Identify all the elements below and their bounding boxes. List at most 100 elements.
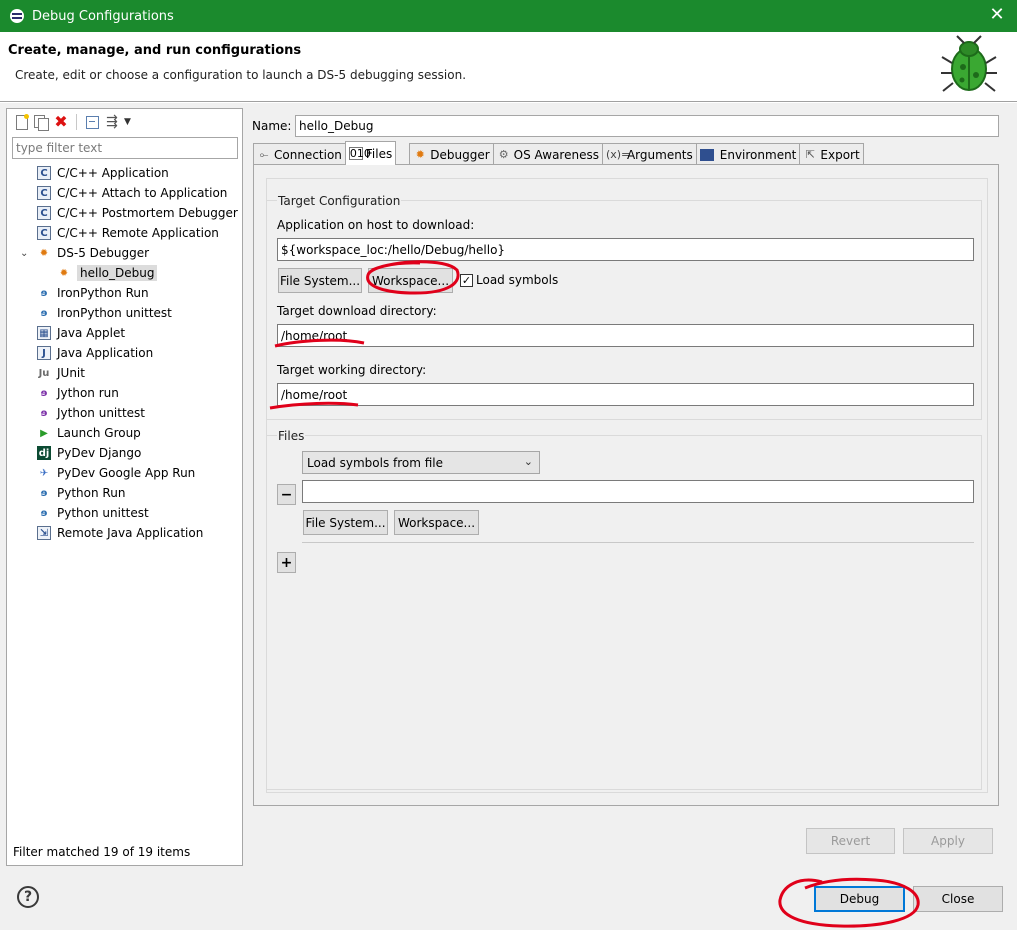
- duplicate-configuration-icon[interactable]: [33, 114, 49, 131]
- target-configuration-title: Target Configuration: [277, 194, 402, 208]
- tree-item-label: C/C++ Postmortem Debugger: [57, 206, 238, 220]
- c-app-icon: C: [37, 186, 51, 200]
- tree-item-label: IronPython Run: [57, 286, 149, 300]
- debug-button[interactable]: Debug: [814, 886, 905, 912]
- working-dir-label: Target working directory:: [277, 363, 427, 377]
- tree-item[interactable]: dj PyDev Django: [7, 443, 242, 463]
- tree-item-label: hello_Debug: [77, 265, 158, 281]
- close-window-icon[interactable]: ✕: [987, 5, 1007, 25]
- configuration-tree: C C/C++ Application C C/C++ Attach to Appl…: [7, 163, 242, 543]
- help-icon[interactable]: ?: [17, 886, 39, 908]
- tree-item[interactable]: C C/C++ Remote Application: [7, 223, 242, 243]
- tab-arguments[interactable]: (x)= Arguments: [601, 143, 697, 165]
- ds5-debugger-icon: ✹: [39, 247, 49, 259]
- ironpython-icon: ɘ: [40, 287, 48, 299]
- tree-item[interactable]: Ju JUnit: [7, 363, 242, 383]
- tree-item-label: C/C++ Application: [57, 166, 169, 180]
- tab-label: Debugger: [430, 147, 490, 162]
- jython-icon: ɘ: [40, 387, 48, 399]
- download-dir-input[interactable]: [277, 324, 974, 347]
- tree-item-label: DS-5 Debugger: [57, 246, 150, 260]
- tree-item[interactable]: ▶ Launch Group: [7, 423, 242, 443]
- c-app-icon: C: [37, 226, 51, 240]
- debug-bug-icon: [941, 35, 997, 92]
- django-icon: dj: [37, 446, 51, 460]
- tree-item[interactable]: ✈ PyDev Google App Run: [7, 463, 242, 483]
- filter-icon[interactable]: ⇶: [104, 114, 120, 130]
- eclipse-icon: [10, 9, 24, 23]
- tree-item[interactable]: ⇲ Remote Java Application: [7, 523, 242, 543]
- new-configuration-icon[interactable]: [13, 114, 29, 130]
- filter-input[interactable]: [12, 137, 238, 159]
- tab-environment[interactable]: Environment: [695, 143, 801, 165]
- connection-icon: ⟜: [259, 147, 269, 161]
- files-file-system-button[interactable]: File System...: [303, 510, 388, 535]
- tree-item-ds5-debugger[interactable]: ⌄ ✹ DS-5 Debugger: [7, 243, 242, 263]
- tree-item[interactable]: ▦ Java Applet: [7, 323, 242, 343]
- tab-label: Arguments: [626, 147, 693, 162]
- file-system-button[interactable]: File System...: [278, 268, 362, 293]
- tree-item[interactable]: C C/C++ Application: [7, 163, 242, 183]
- java-applet-icon: ▦: [37, 326, 51, 340]
- tree-item[interactable]: ɘ Jython unittest: [7, 403, 242, 423]
- tree-item-label: JUnit: [57, 366, 85, 380]
- java-app-icon: J: [37, 346, 51, 360]
- ironpython-unittest-icon: ɘ: [40, 307, 48, 319]
- tab-os-awareness[interactable]: ⚙ OS Awareness: [492, 143, 603, 165]
- workspace-button[interactable]: Workspace...: [368, 268, 453, 293]
- tab-label: Connection: [274, 147, 342, 162]
- close-button[interactable]: Close: [913, 886, 1003, 912]
- apply-button[interactable]: Apply: [903, 828, 993, 854]
- tree-item[interactable]: C C/C++ Attach to Application: [7, 183, 242, 203]
- revert-button[interactable]: Revert: [806, 828, 895, 854]
- delete-configuration-icon[interactable]: ✖: [53, 114, 69, 130]
- tree-item[interactable]: ɘ IronPython unittest: [7, 303, 242, 323]
- tree-item-label: PyDev Google App Run: [57, 466, 196, 480]
- file-path-input[interactable]: [302, 480, 974, 503]
- tree-item-label: Launch Group: [57, 426, 141, 440]
- tab-files[interactable]: 010 Files: [344, 141, 397, 165]
- dialog-header: Create, manage, and run configurations C…: [0, 32, 1017, 102]
- arguments-icon: (x)=: [605, 148, 631, 161]
- tree-item[interactable]: ɘ Python unittest: [7, 503, 242, 523]
- remove-file-button[interactable]: −: [277, 484, 296, 505]
- tree-item[interactable]: J Java Application: [7, 343, 242, 363]
- tree-item-hello-debug[interactable]: ✹ hello_Debug: [7, 263, 242, 283]
- tree-item[interactable]: C C/C++ Postmortem Debugger: [7, 203, 242, 223]
- ds5-debugger-icon: ✹: [59, 267, 69, 279]
- header-description: Create, edit or choose a configuration t…: [15, 68, 467, 82]
- tree-item[interactable]: ɘ IronPython Run: [7, 283, 242, 303]
- app-on-host-input[interactable]: [277, 238, 974, 261]
- jython-unittest-icon: ɘ: [40, 407, 48, 419]
- chevron-down-icon[interactable]: ⌄: [20, 248, 28, 259]
- launch-group-icon: ▶: [40, 427, 48, 439]
- python-unittest-icon: ɘ: [40, 507, 48, 519]
- files-workspace-button[interactable]: Workspace...: [394, 510, 479, 535]
- collapse-all-icon[interactable]: [84, 114, 100, 130]
- c-app-icon: C: [37, 206, 51, 220]
- header-title: Create, manage, and run configurations: [8, 43, 302, 58]
- filter-dropdown-icon[interactable]: ▼: [124, 114, 131, 130]
- working-dir-input[interactable]: [277, 383, 974, 406]
- tree-item-label: Jython unittest: [57, 406, 146, 420]
- tree-item-label: Jython run: [57, 386, 119, 400]
- debugger-icon: ✹: [415, 148, 425, 161]
- files-action-select[interactable]: Load symbols from file ⌄: [302, 451, 540, 474]
- name-input[interactable]: [295, 115, 999, 137]
- download-dir-label: Target download directory:: [277, 304, 437, 318]
- c-app-icon: C: [37, 166, 51, 180]
- tree-item[interactable]: ɘ Python Run: [7, 483, 242, 503]
- files-group-title: Files: [277, 429, 306, 443]
- tree-item-label: IronPython unittest: [57, 306, 172, 320]
- tree-item-label: Python unittest: [57, 506, 149, 520]
- window-title: Debug Configurations: [32, 8, 174, 24]
- tab-debugger[interactable]: ✹ Debugger: [409, 143, 494, 165]
- load-symbols-checkbox[interactable]: ✓: [460, 274, 473, 287]
- tab-export[interactable]: ⇱ Export: [799, 143, 864, 165]
- tab-connection[interactable]: ⟜ Connection: [253, 143, 346, 165]
- load-symbols-label: Load symbols: [476, 273, 559, 287]
- add-file-button[interactable]: +: [277, 552, 296, 573]
- export-icon: ⇱: [805, 148, 815, 161]
- chevron-down-icon: ⌄: [523, 455, 533, 468]
- tree-item[interactable]: ɘ Jython run: [7, 383, 242, 403]
